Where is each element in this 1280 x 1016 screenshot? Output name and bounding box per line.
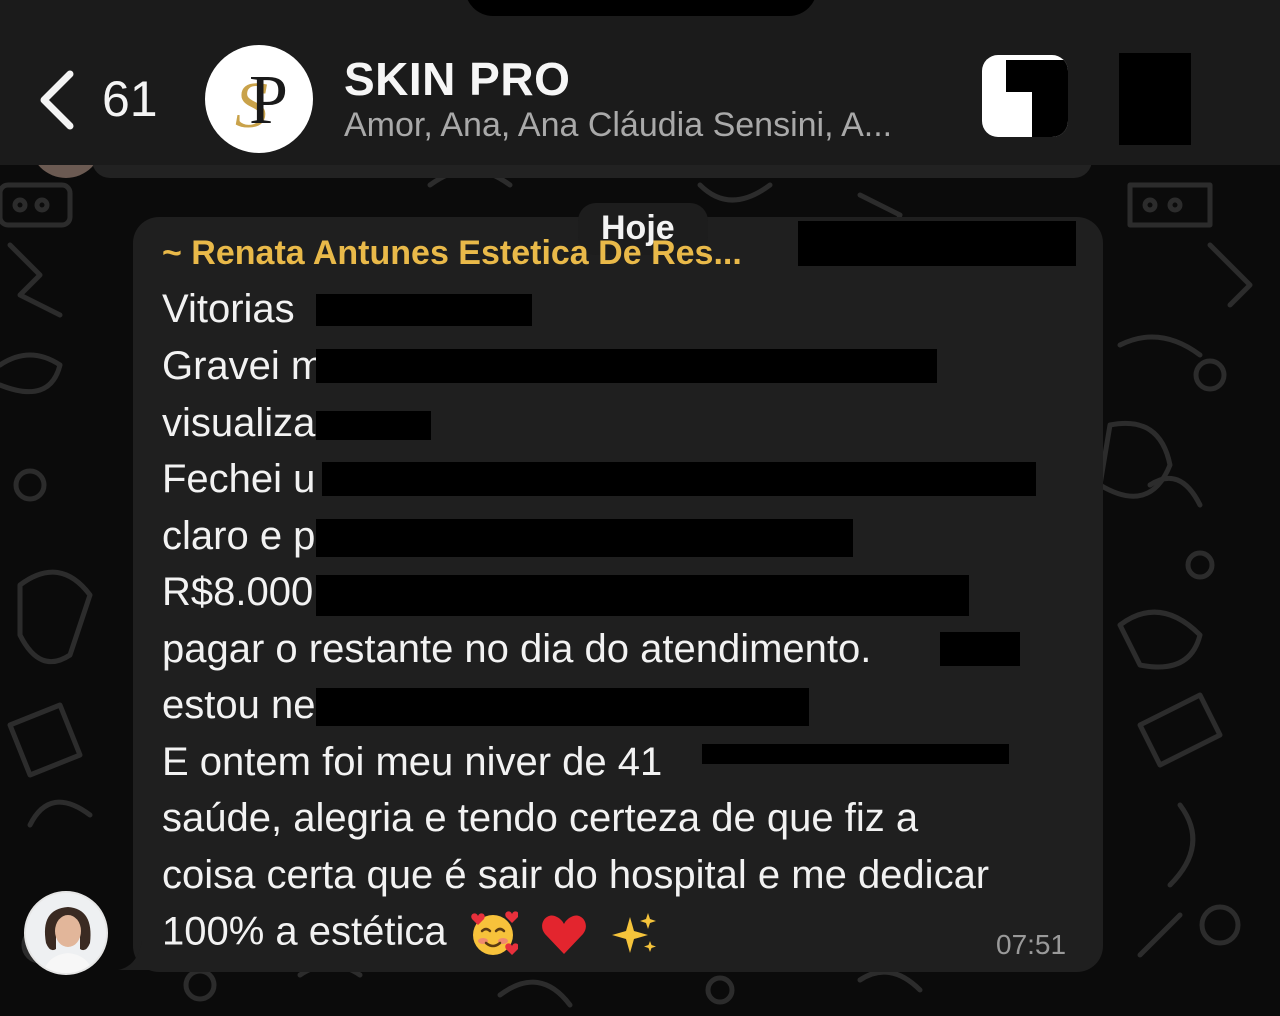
message-line: visualiza [162,401,316,445]
sparkles-emoji [612,913,657,953]
redaction [798,221,1076,266]
redaction [316,349,937,383]
redaction [316,411,431,440]
smiling-face-with-hearts-emoji [471,911,518,955]
participants-list[interactable]: Amor, Ana, Ana Cláudia Sensini, A... [344,106,892,145]
message-line: E ontem foi meu niver de 41 [162,740,663,784]
video-call-icon[interactable] [982,55,1068,137]
message-line: claro e p [162,514,316,558]
redaction [1032,85,1068,137]
bubble-tail [118,940,158,970]
message-line: Vitorias [162,287,295,331]
red-heart-emoji [541,915,586,954]
message-line-text: 100% a estética [162,909,447,954]
message-line: saúde, alegria e tendo certeza de que fi… [162,796,919,840]
message-line: Fechei u [162,457,316,501]
sender-avatar[interactable] [24,891,108,975]
unread-count[interactable]: 61 [102,70,158,128]
svg-text:P: P [249,62,288,139]
message-line: coisa certa que é sair do hospital e me … [162,853,990,897]
group-avatar[interactable]: S P [205,45,313,153]
message-line: 100% a estética [162,909,660,959]
message-line: R$8.000 [162,570,314,614]
redaction [316,575,969,616]
call-icon[interactable] [1119,53,1191,145]
group-logo: S P [235,62,288,142]
redaction [316,519,853,557]
redaction [316,294,532,326]
redaction [316,688,809,726]
message-line: pagar o restante no dia do atendimento. [162,627,872,671]
device-notch [465,0,817,16]
redaction [322,462,1036,496]
chevron-left-icon[interactable] [36,70,76,130]
message-timestamp: 07:51 [996,929,1067,960]
chat-title[interactable]: SKIN PRO [344,52,570,106]
message-line: Gravei m [162,344,325,388]
redaction [940,632,1020,666]
chat-header: 61 S P SKIN PRO Amor, Ana, Ana Cláudia S… [0,0,1280,165]
redaction [702,744,1009,764]
sender-name[interactable]: ~ Renata Antunes Estetica De Res... [162,234,742,273]
message-line: estou ne [162,683,316,727]
